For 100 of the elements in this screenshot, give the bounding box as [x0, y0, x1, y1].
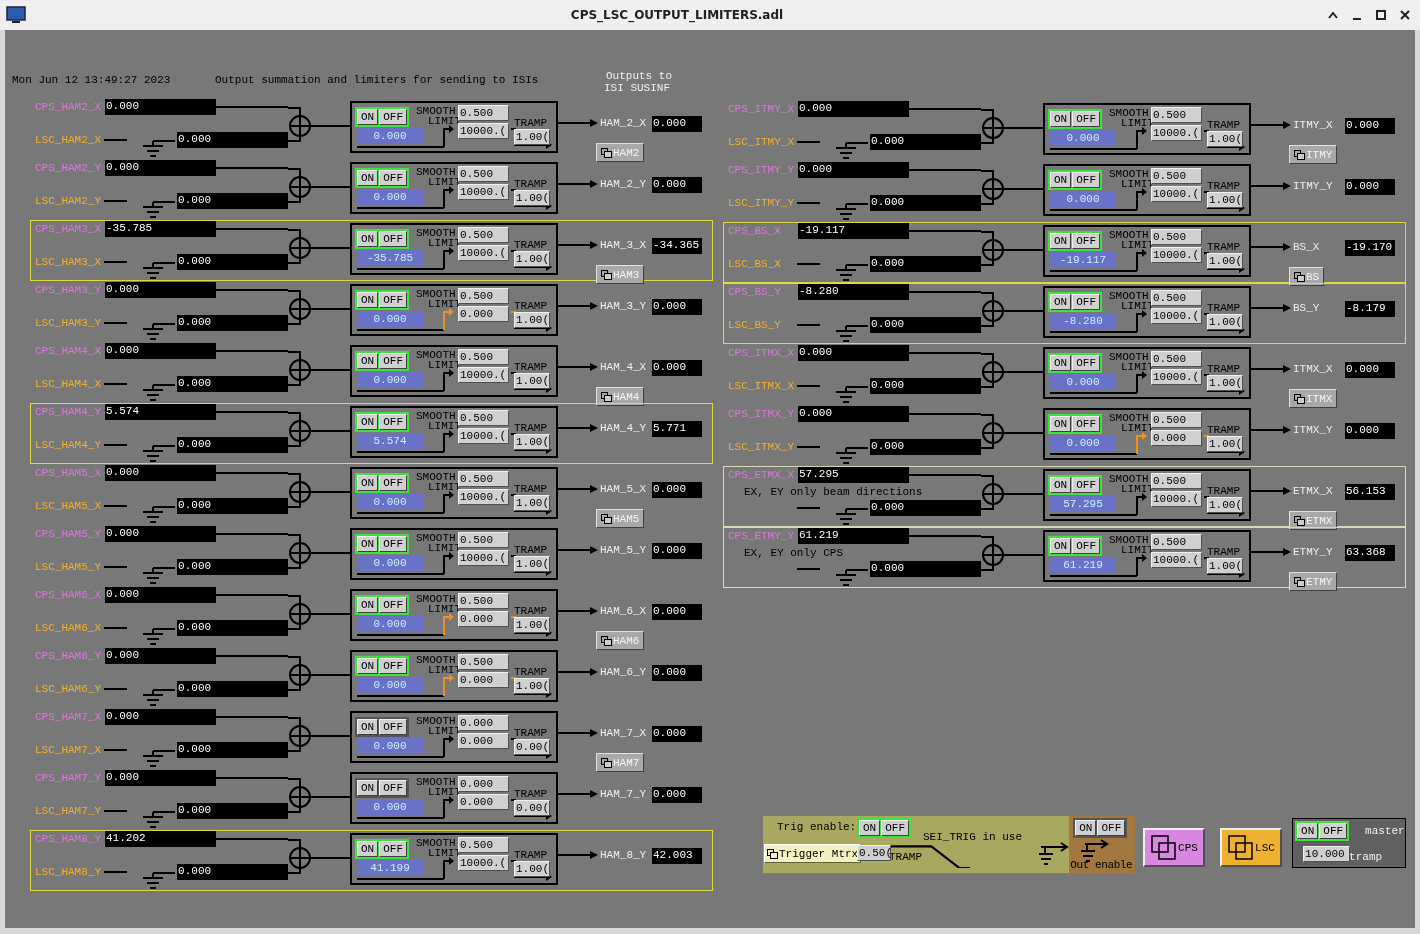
off-button[interactable]: OFF	[379, 719, 407, 735]
smooth-field[interactable]: 0.500	[458, 654, 509, 670]
on-button[interactable]: ON	[1050, 538, 1072, 554]
off-button[interactable]: OFF	[1319, 823, 1348, 839]
off-button[interactable]: OFF	[379, 475, 407, 491]
smooth-field[interactable]: 0.500	[458, 288, 509, 304]
smooth-field[interactable]: 0.500	[458, 105, 509, 121]
tramp-field[interactable]: 1.00(	[1207, 558, 1243, 574]
limit-field[interactable]: 0.000	[458, 794, 509, 810]
smooth-field[interactable]: 0.000	[458, 776, 509, 792]
limit-field[interactable]: 10000.(	[1151, 552, 1202, 568]
smooth-field[interactable]: 0.500	[1151, 534, 1202, 550]
off-button[interactable]: OFF	[379, 109, 407, 125]
smooth-field[interactable]: 0.500	[1151, 168, 1202, 184]
tramp-field[interactable]: 1.00(	[514, 373, 550, 389]
smooth-field[interactable]: 0.500	[1151, 107, 1202, 123]
off-button[interactable]: OFF	[379, 231, 407, 247]
limit-field[interactable]: 10000.(	[458, 550, 509, 566]
on-button[interactable]: ON	[357, 841, 379, 857]
off-button[interactable]: OFF	[1072, 111, 1100, 127]
smooth-field[interactable]: 0.500	[458, 410, 509, 426]
limit-field[interactable]: 0.000	[458, 611, 509, 627]
limit-field[interactable]: 10000.(	[1151, 491, 1202, 507]
on-button[interactable]: ON	[859, 820, 881, 836]
on-button[interactable]: ON	[357, 658, 379, 674]
tramp-field[interactable]: 1.00(	[514, 129, 550, 145]
limit-field[interactable]: 10000.(	[458, 428, 509, 444]
on-button[interactable]: ON	[357, 536, 379, 552]
off-button[interactable]: OFF	[379, 292, 407, 308]
off-button[interactable]: OFF	[379, 170, 407, 186]
on-button[interactable]: ON	[1050, 355, 1072, 371]
on-button[interactable]: ON	[357, 231, 379, 247]
off-button[interactable]: OFF	[1097, 820, 1126, 836]
smooth-field[interactable]: 0.000	[458, 715, 509, 731]
tramp-field[interactable]: 1.00(	[514, 617, 550, 633]
off-button[interactable]: OFF	[379, 414, 407, 430]
limit-field[interactable]: 10000.(	[458, 489, 509, 505]
smooth-field[interactable]: 0.500	[1151, 290, 1202, 306]
tramp-field[interactable]: 0.00(	[514, 800, 550, 816]
limit-field[interactable]: 10000.(	[1151, 369, 1202, 385]
limit-field[interactable]: 10000.(	[458, 123, 509, 139]
tramp-field[interactable]: 1.00(	[514, 251, 550, 267]
off-button[interactable]: OFF	[1072, 172, 1100, 188]
smooth-field[interactable]: 0.500	[1151, 229, 1202, 245]
tramp-field[interactable]: 0.50(	[857, 845, 891, 861]
on-button[interactable]: ON	[357, 475, 379, 491]
limit-field[interactable]: 10000.(	[458, 184, 509, 200]
off-button[interactable]: OFF	[1072, 294, 1100, 310]
limit-field[interactable]: 10000.(	[1151, 186, 1202, 202]
smooth-field[interactable]: 0.500	[458, 471, 509, 487]
on-button[interactable]: ON	[357, 109, 379, 125]
smooth-field[interactable]: 0.500	[1151, 351, 1202, 367]
on-button[interactable]: ON	[1050, 416, 1072, 432]
off-button[interactable]: OFF	[881, 820, 909, 836]
off-button[interactable]: OFF	[379, 536, 407, 552]
on-button[interactable]: ON	[1297, 823, 1319, 839]
limit-field[interactable]: 0.000	[458, 672, 509, 688]
limit-field[interactable]: 10000.(	[458, 855, 509, 871]
on-button[interactable]: ON	[357, 414, 379, 430]
smooth-field[interactable]: 0.500	[458, 837, 509, 853]
related-display-button[interactable]: CPS	[1143, 828, 1206, 867]
off-button[interactable]: OFF	[379, 353, 407, 369]
on-button[interactable]: ON	[357, 780, 379, 796]
tramp-field[interactable]: 1.00(	[514, 861, 550, 877]
off-button[interactable]: OFF	[1072, 233, 1100, 249]
limit-field[interactable]: 10000.(	[1151, 247, 1202, 263]
tramp-field[interactable]: 0.00(	[514, 739, 550, 755]
tramp-field[interactable]: 1.00(	[514, 556, 550, 572]
smooth-field[interactable]: 0.500	[458, 166, 509, 182]
smooth-field[interactable]: 0.500	[458, 349, 509, 365]
on-button[interactable]: ON	[1050, 172, 1072, 188]
tramp-field[interactable]: 1.00(	[1207, 192, 1243, 208]
smooth-field[interactable]: 0.500	[458, 532, 509, 548]
off-button[interactable]: OFF	[379, 780, 407, 796]
smooth-field[interactable]: 0.500	[458, 227, 509, 243]
on-button[interactable]: ON	[357, 292, 379, 308]
on-button[interactable]: ON	[1050, 477, 1072, 493]
smooth-field[interactable]: 0.500	[458, 593, 509, 609]
tramp-field[interactable]: 1.00(	[1207, 253, 1243, 269]
limit-field[interactable]: 10000.(	[1151, 125, 1202, 141]
limit-field[interactable]: 0.000	[1151, 430, 1202, 446]
tramp-field[interactable]: 1.00(	[514, 434, 550, 450]
tramp-field[interactable]: 1.00(	[1207, 375, 1243, 391]
off-button[interactable]: OFF	[1072, 477, 1100, 493]
off-button[interactable]: OFF	[379, 841, 407, 857]
tramp-field[interactable]: 1.00(	[514, 190, 550, 206]
limit-field[interactable]: 10000.(	[1151, 308, 1202, 324]
tramp-field[interactable]: 1.00(	[1207, 314, 1243, 330]
off-button[interactable]: OFF	[1072, 538, 1100, 554]
on-button[interactable]: ON	[357, 719, 379, 735]
tramp-field[interactable]: 1.00(	[1207, 436, 1243, 452]
on-button[interactable]: ON	[1050, 111, 1072, 127]
off-button[interactable]: OFF	[379, 658, 407, 674]
limit-field[interactable]: 0.000	[458, 306, 509, 322]
limit-field[interactable]: 0.000	[458, 733, 509, 749]
smooth-field[interactable]: 0.500	[1151, 473, 1202, 489]
on-button[interactable]: ON	[357, 170, 379, 186]
tramp-field[interactable]: 1.00(	[1207, 131, 1243, 147]
on-button[interactable]: ON	[1050, 233, 1072, 249]
tramp-field[interactable]: 10.000	[1303, 846, 1351, 862]
